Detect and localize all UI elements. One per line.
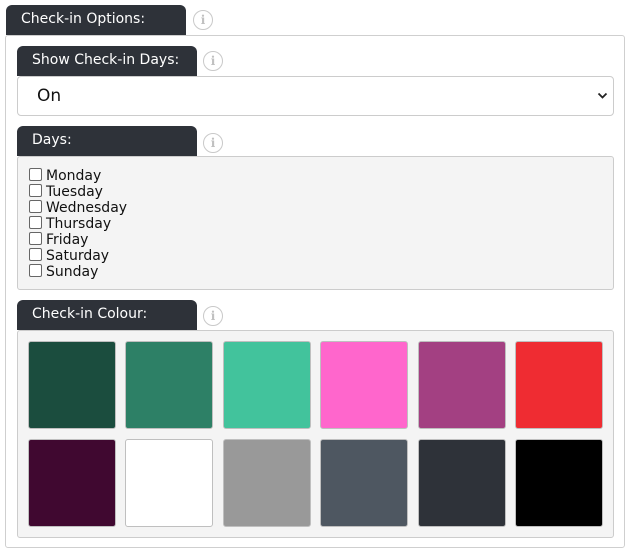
- colour-swatch[interactable]: [223, 341, 311, 429]
- check-in-colour-title: Check-in Colour:: [32, 306, 148, 322]
- info-icon[interactable]: i: [203, 133, 223, 153]
- day-option-thursday[interactable]: Thursday: [29, 216, 111, 232]
- info-icon[interactable]: i: [193, 10, 213, 30]
- checkbox[interactable]: [29, 264, 42, 277]
- colour-swatch[interactable]: [28, 439, 116, 527]
- day-label: Monday: [46, 168, 102, 184]
- show-check-in-days-title: Show Check-in Days:: [32, 52, 180, 68]
- day-label: Thursday: [46, 216, 112, 232]
- colour-swatch[interactable]: [320, 439, 408, 527]
- day-label: Wednesday: [46, 200, 128, 216]
- checkbox[interactable]: [29, 232, 42, 245]
- colour-swatch[interactable]: [320, 341, 408, 429]
- check-in-colour-tab: Check-in Colour:: [17, 300, 197, 330]
- checkbox[interactable]: [29, 200, 42, 213]
- check-in-options-tab: Check-in Options:: [6, 5, 186, 35]
- colour-swatch[interactable]: [515, 439, 603, 527]
- days-checkbox-list: Monday Tuesday Wednesday Thursday Friday…: [17, 156, 614, 290]
- colour-swatch-grid: [17, 330, 614, 538]
- days-title: Days:: [32, 132, 72, 148]
- day-label: Saturday: [46, 248, 110, 264]
- show-check-in-days-select[interactable]: On: [17, 76, 614, 116]
- day-option-friday[interactable]: Friday: [29, 232, 88, 248]
- day-label: Sunday: [46, 264, 99, 280]
- colour-swatch[interactable]: [125, 341, 213, 429]
- day-option-monday[interactable]: Monday: [29, 168, 101, 184]
- checkbox[interactable]: [29, 184, 42, 197]
- colour-swatch[interactable]: [28, 341, 116, 429]
- info-icon[interactable]: i: [203, 306, 223, 326]
- colour-swatch[interactable]: [223, 439, 311, 527]
- colour-swatch[interactable]: [125, 439, 213, 527]
- checkbox[interactable]: [29, 168, 42, 181]
- chevron-down-icon: [597, 92, 608, 99]
- day-option-saturday[interactable]: Saturday: [29, 248, 109, 264]
- colour-swatch[interactable]: [418, 341, 506, 429]
- day-option-tuesday[interactable]: Tuesday: [29, 184, 103, 200]
- day-option-sunday[interactable]: Sunday: [29, 264, 98, 280]
- checkbox[interactable]: [29, 248, 42, 261]
- select-value: On: [37, 86, 62, 106]
- check-in-options-title: Check-in Options:: [21, 11, 146, 27]
- day-label: Tuesday: [46, 184, 103, 200]
- days-tab: Days:: [17, 126, 197, 156]
- day-option-wednesday[interactable]: Wednesday: [29, 200, 127, 216]
- day-label: Friday: [46, 232, 89, 248]
- colour-swatch[interactable]: [515, 341, 603, 429]
- checkbox[interactable]: [29, 216, 42, 229]
- show-check-in-days-tab: Show Check-in Days:: [17, 46, 197, 76]
- info-icon[interactable]: i: [203, 51, 223, 71]
- colour-swatch[interactable]: [418, 439, 506, 527]
